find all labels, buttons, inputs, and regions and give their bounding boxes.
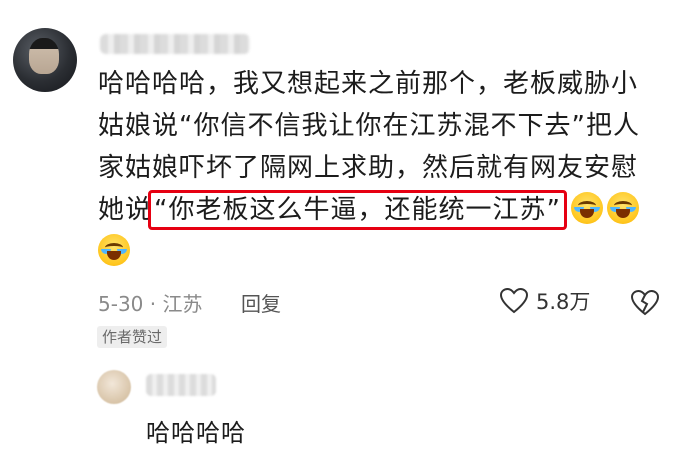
laugh-cry-emoji-icon: [606, 192, 639, 224]
commenter-avatar[interactable]: [13, 28, 77, 92]
comment-line-4: 她说“你老板这么牛逼，还能统一江苏”: [98, 189, 658, 231]
reply-text: 哈哈哈哈: [146, 419, 246, 447]
reply-button[interactable]: 回复: [241, 288, 281, 317]
commenter-username-blurred[interactable]: [100, 34, 250, 54]
like-button[interactable]: 5.8万: [500, 286, 590, 316]
dislike-button[interactable]: [630, 289, 660, 320]
reply-avatar[interactable]: [97, 370, 131, 404]
broken-heart-icon: [630, 289, 660, 316]
author-liked-badge: 作者赞过: [97, 326, 168, 348]
comment-line-text: 她说: [98, 195, 153, 225]
heart-icon: [500, 288, 528, 314]
comment-line: 哈哈哈哈，我又想起来之前那个，老板威胁小: [98, 69, 639, 99]
comment-body: 哈哈哈哈，我又想起来之前那个，老板威胁小 姑娘说“你信不信我让你在江苏混不下去”…: [98, 63, 658, 273]
comment-line-5: [98, 231, 658, 273]
like-count: 5.8万: [536, 290, 591, 314]
laugh-cry-emoji-icon: [98, 234, 130, 266]
comment-date-location: 5-30 · 江苏: [98, 292, 203, 316]
highlighted-quote: “你老板这么牛逼，还能统一江苏”: [148, 190, 567, 230]
laugh-cry-emoji-icon: [570, 192, 603, 224]
reply-username-blurred[interactable]: [146, 374, 216, 396]
comment-line: 姑娘说“你信不信我让你在江苏混不下去”把人: [98, 111, 640, 141]
comment-line: 家姑娘吓坏了隔网上求助，然后就有网友安慰: [98, 153, 639, 183]
